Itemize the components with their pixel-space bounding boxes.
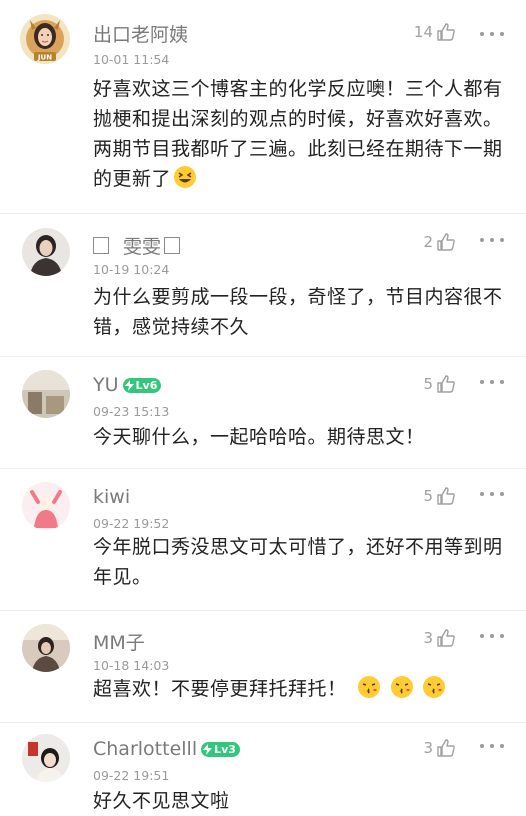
thumbs-up-icon	[437, 629, 455, 647]
like-count: 2	[423, 233, 433, 251]
avatar[interactable]: JUN	[20, 14, 70, 64]
comment-time: 09-22 19:52	[93, 516, 170, 531]
comment-time: 09-23 15:13	[93, 404, 170, 419]
kissing-face-emoji	[390, 675, 414, 708]
more-options-icon[interactable]	[480, 236, 504, 244]
username[interactable]: YU Lv6	[93, 374, 162, 396]
comment-time: 10-18 14:03	[93, 658, 170, 673]
thumbs-up-icon	[437, 233, 455, 251]
avatar[interactable]	[22, 482, 70, 530]
comment-text: 为什么要剪成一段一段，奇怪了，节目内容很不错，感觉持续不久	[93, 286, 503, 338]
like-count: 5	[423, 487, 433, 505]
grinning-squint-emoji	[173, 165, 197, 198]
avatar[interactable]	[22, 734, 70, 782]
like-count: 3	[423, 629, 433, 647]
comment-time: 10-19 10:24	[93, 262, 170, 277]
avatar[interactable]	[22, 370, 70, 418]
level-badge: Lv3	[201, 741, 240, 757]
username[interactable]: MM子	[93, 628, 145, 655]
comment-time: 10-01 11:54	[93, 52, 170, 67]
unrendered-glyph	[93, 237, 109, 254]
divider	[0, 610, 526, 611]
thumbs-up-icon	[437, 739, 455, 757]
thumbs-up-icon	[437, 487, 455, 505]
more-options-icon[interactable]	[480, 30, 504, 38]
lightning-icon	[124, 379, 134, 391]
avatar-badge-text: JUN	[37, 54, 52, 62]
thumbs-up-icon	[437, 23, 455, 41]
username[interactable]: kiwi	[93, 486, 130, 508]
username[interactable]: 出口老阿姨	[93, 20, 188, 47]
like-button[interactable]: 14	[414, 22, 456, 42]
level-badge: Lv6	[122, 377, 162, 393]
more-options-icon[interactable]	[480, 378, 504, 386]
comment-time: 09-22 19:51	[93, 768, 170, 783]
like-count: 3	[423, 739, 433, 757]
comment-text: 超喜欢！不要停更拜托拜托！	[93, 674, 505, 708]
divider	[0, 468, 526, 469]
more-options-icon[interactable]	[480, 742, 504, 750]
like-button[interactable]: 5	[423, 486, 456, 506]
comment-text: 今天聊什么，一起哈哈哈。期待思文！	[93, 426, 425, 448]
like-button[interactable]: 2	[423, 232, 456, 252]
username[interactable]: Charlottelll Lv3	[93, 738, 240, 760]
avatar[interactable]	[22, 228, 70, 276]
avatar[interactable]	[22, 624, 70, 672]
comment-text: 好久不见思文啦	[93, 790, 230, 812]
kissing-face-emoji	[357, 675, 381, 708]
divider	[0, 213, 526, 214]
thumbs-up-icon	[437, 375, 455, 393]
like-button[interactable]: 3	[423, 738, 456, 758]
kissing-face-emoji	[422, 675, 446, 708]
more-options-icon[interactable]	[480, 490, 504, 498]
like-count: 14	[413, 23, 433, 41]
comment-text: 好喜欢这三个博客主的化学反应噢！三个人都有抛梗和提出深刻的观点的时候，好喜欢好喜…	[93, 74, 505, 198]
like-button[interactable]: 3	[423, 628, 456, 648]
more-options-icon[interactable]	[480, 632, 504, 640]
username[interactable]: 雯雯	[93, 232, 181, 259]
divider	[0, 356, 526, 357]
lightning-icon	[203, 743, 213, 755]
like-count: 5	[423, 375, 433, 393]
divider	[0, 722, 526, 723]
like-button[interactable]: 5	[423, 374, 456, 394]
unrendered-glyph	[164, 237, 181, 254]
comment-text: 今年脱口秀没思文可太可惜了，还好不用等到明年见。	[93, 536, 503, 588]
